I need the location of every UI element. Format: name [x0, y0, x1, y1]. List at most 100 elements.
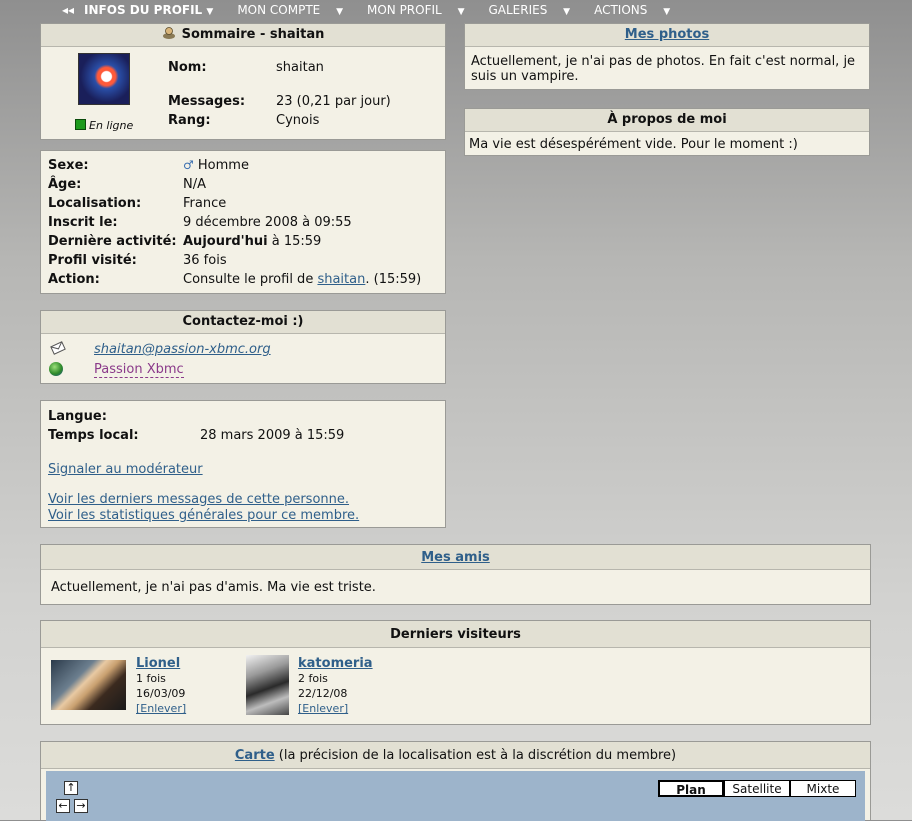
name-label: Nom: [168, 60, 207, 75]
email-icon [50, 341, 66, 359]
age-value: N/A [183, 177, 206, 192]
map-caption: (la précision de la localisation est à l… [274, 748, 677, 763]
nav-actions[interactable]: Actions ▼ [594, 3, 682, 17]
map-type-plan-button[interactable]: Plan [658, 780, 724, 797]
website-text: Passion Xbmc [94, 362, 184, 378]
action-text: Consulte le profil de [183, 272, 318, 287]
sex-label: Sexe: [48, 158, 89, 173]
summary-title: Sommaire - shaitan [181, 27, 325, 42]
pan-right-button[interactable]: → [74, 799, 88, 813]
details-panel: Sexe: ♂ Homme Âge: N/A Localisation: Fra… [40, 150, 446, 294]
visitor-item: katomeria 2 fois 22/12/08 [Enlever] [298, 656, 373, 716]
local-time-value: 28 mars 2009 à 15:59 [200, 428, 345, 443]
website-link[interactable]: Passion Xbmc [94, 362, 184, 378]
registered-label: Inscrit le: [48, 215, 118, 230]
nav-label: Infos du profil [84, 3, 203, 17]
visitors-panel: Derniers visiteurs Lionel 1 fois 16/03/0… [40, 620, 871, 725]
nav-galeries[interactable]: Galeries ▼ [488, 3, 582, 17]
action-profile-link[interactable]: shaitan [317, 272, 365, 287]
age-label: Âge: [48, 177, 82, 192]
email-text: shaitan@passion-xbmc.org [94, 342, 271, 357]
friends-panel: Mes amis Actuellement, je n'ai pas d'ami… [40, 544, 871, 605]
about-text: Ma vie est désespérément vide. Pour le m… [469, 137, 798, 152]
nav-infos-profil[interactable]: Infos du profil ▼ [84, 3, 225, 17]
map-header: Carte (la précision de la localisation e… [41, 742, 870, 769]
friends-text: Actuellement, je n'ai pas d'amis. Ma vie… [51, 580, 376, 595]
visitor-date: 22/12/08 [298, 687, 348, 700]
profile-nav: ◂◂ Infos du profil ▼ Mon compte ▼ Mon profi… [62, 0, 694, 20]
photos-header: Mes photos [465, 24, 869, 47]
about-panel: À propos de moi Ma vie est désespérément… [464, 108, 870, 156]
photos-link[interactable]: Mes photos [625, 27, 709, 42]
visitor-remove-link[interactable]: [Enlever] [298, 701, 373, 716]
contact-panel: Contactez-moi :) shaitan@passion-xbmc.or… [40, 310, 446, 384]
summary-panel: Sommaire - shaitan En ligne Nom: shaitan… [40, 23, 446, 140]
messages-label: Messages: [168, 94, 246, 109]
action-value: Consulte le profil de shaitan. (15:59) [183, 272, 421, 287]
rank-value: Cynois [276, 113, 320, 128]
last-activity-time: à 15:59 [267, 234, 322, 249]
last-messages-link[interactable]: Voir les derniers messages de cette pers… [48, 492, 349, 507]
friends-header: Mes amis [41, 545, 870, 570]
summary-header: Sommaire - shaitan [41, 24, 445, 47]
visitor-avatar[interactable] [51, 660, 126, 710]
friends-link[interactable]: Mes amis [421, 550, 490, 565]
visitor-avatar[interactable] [246, 655, 289, 715]
visitor-date: 16/03/09 [136, 687, 186, 700]
messages-value: 23 (0,21 par jour) [276, 94, 391, 109]
globe-icon [49, 362, 63, 376]
map-link[interactable]: Carte [235, 748, 275, 763]
user-icon [162, 25, 176, 39]
dropdown-icon: ▼ [206, 7, 214, 17]
pan-up-button[interactable]: ↑ [64, 781, 78, 795]
avatar[interactable] [78, 53, 130, 105]
pan-left-button[interactable]: ← [56, 799, 70, 813]
visitor-remove-link[interactable]: [Enlever] [136, 701, 186, 716]
location-label: Localisation: [48, 196, 142, 211]
nav-mon-profil[interactable]: Mon profil ▼ [367, 3, 477, 17]
nav-label: Actions [594, 3, 648, 17]
about-header: À propos de moi [465, 109, 869, 132]
map-panel: Carte (la précision de la localisation e… [40, 741, 871, 821]
nav-collapse-icon[interactable]: ◂◂ [62, 3, 74, 17]
visitor-name-link[interactable]: katomeria [298, 656, 373, 671]
nav-label: Galeries [488, 3, 548, 17]
photos-panel: Mes photos Actuellement, je n'ai pas de … [464, 23, 870, 90]
action-time: . (15:59) [365, 272, 422, 287]
online-status: En ligne [75, 119, 133, 132]
member-stats-link[interactable]: Voir les statistiques générales pour ce … [48, 508, 359, 523]
visitors-header: Derniers visiteurs [41, 621, 870, 648]
nav-label: Mon compte [237, 3, 321, 17]
email-link[interactable]: shaitan@passion-xbmc.org [94, 342, 271, 357]
contact-header: Contactez-moi :) [41, 311, 445, 334]
misc-panel: Langue: Temps local: 28 mars 2009 à 15:5… [40, 400, 446, 528]
visitor-name-link[interactable]: Lionel [136, 656, 186, 671]
last-activity-day: Aujourd'hui [183, 234, 268, 249]
rank-label: Rang: [168, 113, 211, 128]
last-activity-value: Aujourd'hui à 15:59 [183, 234, 321, 249]
location-value: France [183, 196, 227, 211]
dropdown-icon: ▼ [563, 7, 571, 17]
language-label: Langue: [48, 409, 107, 424]
photos-text: Actuellement, je n'ai pas de photos. En … [471, 54, 856, 84]
map-area[interactable]: ↑ ← → Plan Satellite Mixte [46, 771, 865, 821]
sex-value: ♂ Homme [183, 158, 249, 173]
profile-views-value: 36 fois [183, 253, 227, 268]
map-type-satellite-button[interactable]: Satellite [724, 780, 790, 797]
profile-views-label: Profil visité: [48, 253, 137, 268]
report-moderator-link[interactable]: Signaler au modérateur [48, 462, 203, 477]
visitor-count: 1 fois [136, 672, 166, 685]
nav-label: Mon profil [366, 3, 442, 17]
map-type-mixte-button[interactable]: Mixte [790, 780, 856, 797]
visitor-item: Lionel 1 fois 16/03/09 [Enlever] [136, 656, 186, 716]
sex-text: Homme [197, 158, 249, 173]
action-label: Action: [48, 272, 100, 287]
online-icon [75, 119, 86, 130]
visitor-count: 2 fois [298, 672, 328, 685]
nav-mon-compte[interactable]: Mon compte ▼ [237, 3, 355, 17]
male-icon: ♂ [183, 158, 194, 172]
dropdown-icon: ▼ [457, 7, 465, 17]
map-type-buttons: Plan Satellite Mixte [658, 780, 858, 797]
registered-value: 9 décembre 2008 à 09:55 [183, 215, 352, 230]
last-activity-label: Dernière activité: [48, 234, 177, 249]
